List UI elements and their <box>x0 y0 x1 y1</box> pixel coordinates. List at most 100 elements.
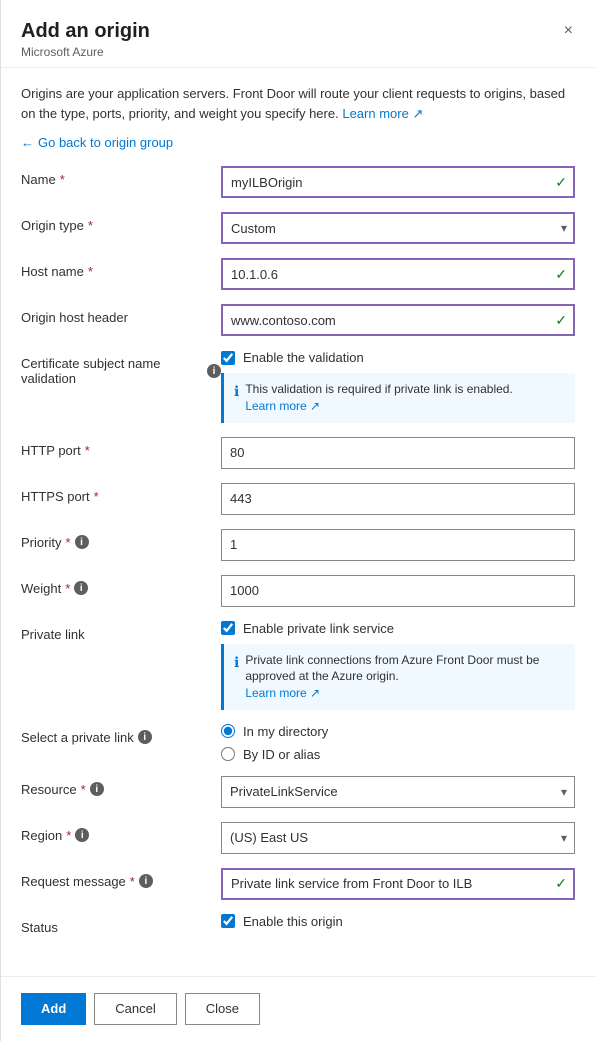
region-row: Region * i (US) East US ▾ <box>21 822 575 854</box>
weight-input[interactable] <box>221 575 575 607</box>
request-message-input[interactable] <box>221 868 575 900</box>
https-port-required: * <box>94 489 99 504</box>
private-link-checkbox-label: Enable private link service <box>243 621 394 636</box>
private-link-radio-group: In my directory By ID or alias <box>221 724 575 762</box>
name-input[interactable] <box>221 166 575 198</box>
add-button[interactable]: Add <box>21 993 86 1025</box>
panel-header: Add an origin Microsoft Azure × <box>1 0 595 68</box>
description-learn-more-link[interactable]: Learn more ↗ <box>342 106 423 121</box>
resource-info-icon[interactable]: i <box>90 782 104 796</box>
origin-host-header-row: Origin host header ✓ <box>21 304 575 336</box>
weight-info-icon[interactable]: i <box>74 581 88 595</box>
region-control: (US) East US ▾ <box>221 822 575 854</box>
cert-validation-control: Enable the validation ℹ This validation … <box>221 350 575 423</box>
region-label: Region * i <box>21 822 221 843</box>
https-port-control <box>221 483 575 515</box>
add-origin-panel: Add an origin Microsoft Azure × Origins … <box>0 0 595 1041</box>
select-private-link-row: Select a private link i In my directory … <box>21 724 575 762</box>
private-link-control: Enable private link service ℹ Private li… <box>221 621 575 710</box>
resource-select[interactable]: PrivateLinkService <box>221 776 575 808</box>
name-required: * <box>60 172 65 187</box>
host-name-control: ✓ <box>221 258 575 290</box>
host-name-check-icon: ✓ <box>555 266 567 283</box>
https-port-input[interactable] <box>221 483 575 515</box>
region-required: * <box>66 828 71 843</box>
priority-input[interactable] <box>221 529 575 561</box>
private-link-info-box-icon: ℹ <box>234 653 239 673</box>
origin-type-control: Custom App Service Storage API Managemen… <box>221 212 575 244</box>
http-port-input[interactable] <box>221 437 575 469</box>
panel-subtitle: Microsoft Azure <box>21 45 575 59</box>
panel-footer: Add Cancel Close <box>1 976 595 1041</box>
status-label: Status <box>21 914 221 935</box>
resource-label: Resource * i <box>21 776 221 797</box>
origin-host-header-label: Origin host header <box>21 304 221 325</box>
weight-control <box>221 575 575 607</box>
status-checkbox[interactable] <box>221 914 235 928</box>
request-message-row: Request message * i ✓ <box>21 868 575 900</box>
select-private-link-label: Select a private link i <box>21 724 221 745</box>
request-message-required: * <box>130 874 135 889</box>
private-link-info-box: ℹ Private link connections from Azure Fr… <box>221 644 575 710</box>
origin-host-header-control: ✓ <box>221 304 575 336</box>
cancel-button[interactable]: Cancel <box>94 993 176 1025</box>
select-private-link-control: In my directory By ID or alias <box>221 724 575 762</box>
panel-title: Add an origin <box>21 20 575 43</box>
resource-required: * <box>81 782 86 797</box>
priority-info-icon[interactable]: i <box>75 535 89 549</box>
by-id-or-alias-radio[interactable] <box>221 747 235 761</box>
resource-control: PrivateLinkService ▾ <box>221 776 575 808</box>
priority-row: Priority * i <box>21 529 575 561</box>
origin-type-row: Origin type * Custom App Service Storage… <box>21 212 575 244</box>
https-port-label: HTTPS port * <box>21 483 221 504</box>
status-row: Status Enable this origin <box>21 914 575 946</box>
http-port-label: HTTP port * <box>21 437 221 458</box>
weight-required: * <box>65 581 70 596</box>
cert-validation-info-box-icon: ℹ <box>234 382 239 402</box>
back-to-origin-group-link[interactable]: ← Go back to origin group <box>21 135 575 150</box>
priority-label: Priority * i <box>21 529 221 550</box>
origin-type-required: * <box>88 218 93 233</box>
name-check-icon: ✓ <box>555 174 567 191</box>
cert-validation-learn-more-link[interactable]: Learn more ↗ <box>245 399 320 413</box>
private-link-checkbox[interactable] <box>221 621 235 635</box>
footer-close-button[interactable]: Close <box>185 993 260 1025</box>
host-name-label: Host name * <box>21 258 221 279</box>
status-control: Enable this origin <box>221 914 575 929</box>
request-message-info-icon[interactable]: i <box>139 874 153 888</box>
weight-label: Weight * i <box>21 575 221 596</box>
in-my-directory-label: In my directory <box>243 724 328 739</box>
origin-host-header-input[interactable] <box>221 304 575 336</box>
select-private-link-info-icon[interactable]: i <box>138 730 152 744</box>
cert-validation-info-box: ℹ This validation is required if private… <box>221 373 575 423</box>
http-port-control <box>221 437 575 469</box>
origin-type-select[interactable]: Custom App Service Storage API Managemen… <box>221 212 575 244</box>
weight-row: Weight * i <box>21 575 575 607</box>
private-link-learn-more-link[interactable]: Learn more ↗ <box>245 686 320 700</box>
origin-type-label: Origin type * <box>21 212 221 233</box>
name-row: Name * ✓ <box>21 166 575 198</box>
region-select[interactable]: (US) East US <box>221 822 575 854</box>
in-my-directory-radio[interactable] <box>221 724 235 738</box>
close-button[interactable]: × <box>560 18 577 44</box>
host-name-input[interactable] <box>221 258 575 290</box>
cert-validation-checkbox[interactable] <box>221 351 235 365</box>
host-name-row: Host name * ✓ <box>21 258 575 290</box>
origin-host-header-check-icon: ✓ <box>555 312 567 329</box>
panel-body: Origins are your application servers. Fr… <box>1 68 595 976</box>
resource-row: Resource * i PrivateLinkService ▾ <box>21 776 575 808</box>
http-port-required: * <box>85 443 90 458</box>
priority-required: * <box>65 535 70 550</box>
private-link-label: Private link <box>21 621 221 642</box>
https-port-row: HTTPS port * <box>21 483 575 515</box>
request-message-check-icon: ✓ <box>555 875 567 892</box>
cert-validation-info-icon[interactable]: i <box>207 364 221 378</box>
description-text: Origins are your application servers. Fr… <box>21 84 575 123</box>
http-port-row: HTTP port * <box>21 437 575 469</box>
private-link-row: Private link Enable private link service… <box>21 621 575 710</box>
by-id-or-alias-label: By ID or alias <box>243 747 320 762</box>
host-name-required: * <box>88 264 93 279</box>
region-info-icon[interactable]: i <box>75 828 89 842</box>
cert-validation-checkbox-label: Enable the validation <box>243 350 364 365</box>
name-control: ✓ <box>221 166 575 198</box>
